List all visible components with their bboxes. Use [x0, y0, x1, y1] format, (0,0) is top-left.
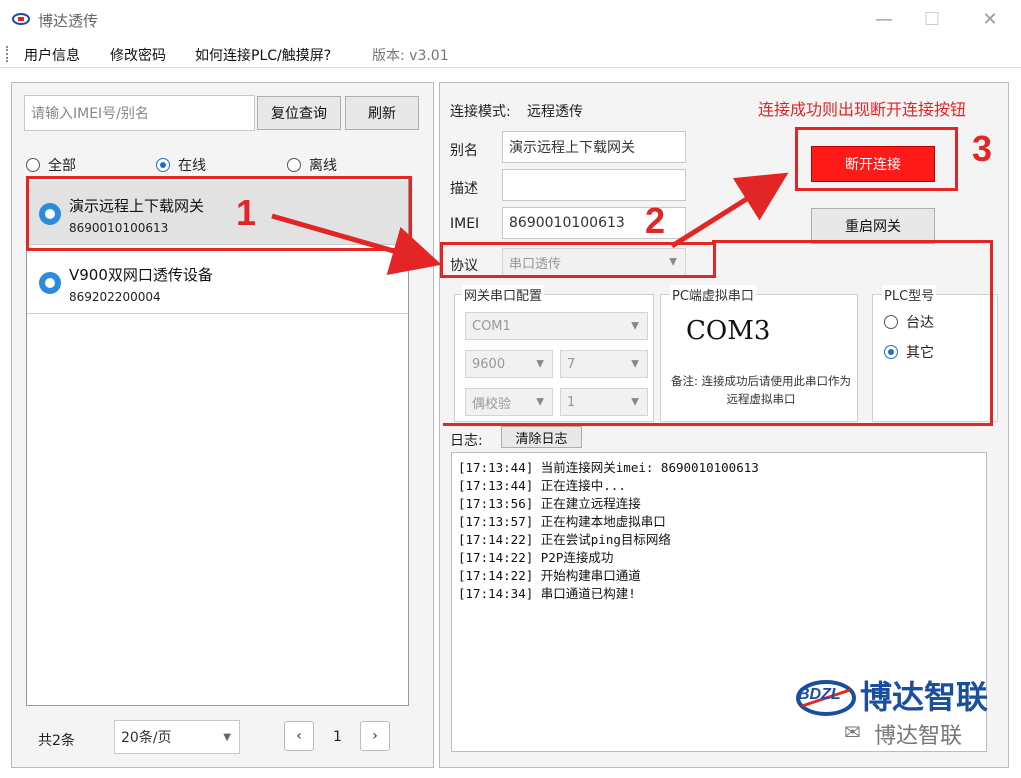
arrow-1	[271, 213, 442, 275]
arrow-2	[670, 172, 789, 249]
annotation-arrows	[271, 172, 789, 275]
